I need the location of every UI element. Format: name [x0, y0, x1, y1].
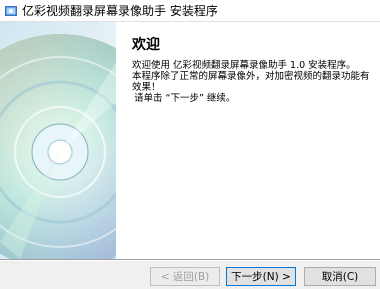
window-title: 亿彩视频翻录屏幕录像助手 安装程序: [22, 4, 218, 18]
installer-window: 亿彩视频翻录屏幕录像助手 安装程序 欢迎 欢迎使用 亿彩视频翻录屏幕录像助手 1…: [0, 0, 380, 289]
cancel-button[interactable]: 取消(C): [304, 267, 376, 286]
welcome-line-2: 本程序除了正常的屏幕录像外，对加密视频的翻录功能有效果！: [132, 71, 370, 93]
next-button[interactable]: 下一步(N) >: [226, 267, 296, 286]
title-bar: 亿彩视频翻录屏幕录像助手 安装程序: [0, 0, 380, 22]
page-title: 欢迎: [132, 37, 160, 53]
cd-disc-image: [0, 22, 116, 259]
welcome-text: 欢迎使用 亿彩视频翻录屏幕录像助手 1.0 安装程序。 本程序除了正常的屏幕录像…: [132, 60, 376, 104]
footer-divider-highlight: [0, 260, 380, 261]
welcome-line-3: 请单击 “下一步” 继续。: [134, 93, 236, 104]
welcome-panel: 欢迎 欢迎使用 亿彩视频翻录屏幕录像助手 1.0 安装程序。 本程序除了正常的屏…: [116, 22, 380, 259]
installer-app-icon: [4, 4, 18, 18]
welcome-line-1: 欢迎使用 亿彩视频翻录屏幕录像助手 1.0 安装程序。: [132, 60, 356, 71]
back-button[interactable]: < 返回(B): [150, 267, 220, 286]
